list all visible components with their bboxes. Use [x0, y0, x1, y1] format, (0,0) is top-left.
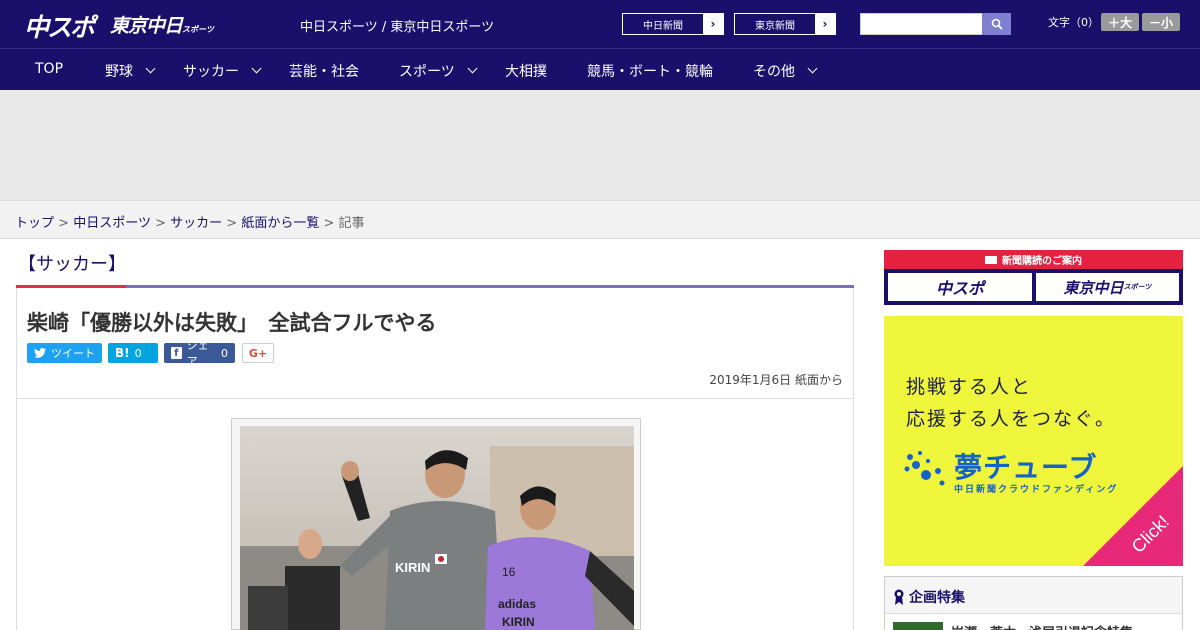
tokyo-shimbun-label: 東京新聞	[755, 20, 795, 32]
breadcrumb: トップ > 中日スポーツ > サッカー > 紙面から一覧 > 記事	[15, 212, 365, 231]
chevron-down-icon	[467, 63, 478, 74]
hatena-icon: B!	[115, 346, 130, 360]
bib-sponsor-text: KIRIN	[502, 615, 535, 629]
breadcrumb-current: 記事	[338, 216, 365, 231]
feature-title: 企画特集	[893, 587, 965, 607]
tweet-label: ツイート	[51, 347, 95, 360]
nav-item-entertainment[interactable]: 芸能・社会	[289, 61, 359, 81]
jersey-sponsor-text: KIRIN	[395, 560, 430, 575]
facebook-share-button[interactable]: f シェア 0	[164, 339, 235, 368]
nav-label: その他	[753, 64, 795, 80]
font-bigger-button[interactable]: ＋大	[1101, 13, 1139, 31]
chevron-down-icon	[145, 63, 156, 74]
article-photo-frame: KIRIN 16 adidas KIRIN	[231, 418, 641, 630]
breadcrumb-chunichi-sports[interactable]: 中日スポーツ	[73, 216, 151, 231]
site-header: 中スポ 東京中日スポーツ 中日スポーツ / 東京中日スポーツ 中日新聞 › 東京…	[0, 0, 1200, 48]
article-card: 柴崎「優勝以外は失敗」 全試合フルでやる ツイート B! 0 f シェア 0 G…	[16, 288, 854, 630]
hatena-count: 0	[134, 346, 142, 360]
font-smaller-button[interactable]: －小	[1142, 13, 1180, 31]
chevron-down-icon	[251, 63, 262, 74]
tokyo-chunichi-logo-small: スポーツ	[182, 25, 214, 34]
breadcrumb-separator: >	[58, 216, 70, 231]
nav-label: 大相撲	[505, 64, 547, 80]
hatena-bookmark-button[interactable]: B! 0	[108, 343, 158, 363]
bib-number-text: 16	[502, 565, 516, 579]
ad-banner-area	[0, 90, 1200, 200]
google-plus-button[interactable]: G+	[242, 343, 274, 363]
nav-label: 競馬・ボート・競輪	[587, 64, 713, 80]
nav-item-baseball[interactable]: 野球	[105, 61, 156, 81]
tokyo-chunichi-logo[interactable]: 東京中日スポーツ	[110, 11, 214, 38]
nav-item-sports[interactable]: スポーツ	[399, 61, 478, 81]
search-button[interactable]	[982, 13, 1011, 35]
breadcrumb-top[interactable]: トップ	[15, 216, 54, 231]
font-size-label: 文字（0）	[1048, 16, 1099, 29]
article-date: 2019年1月6日 紙面から	[709, 373, 843, 387]
nav-item-soccer[interactable]: サッカー	[183, 61, 262, 81]
main-nav: TOP 野球 サッカー 芸能・社会 スポーツ 大相撲 競馬・ボート・競輪 その他	[0, 48, 1200, 90]
site-name: 中日スポーツ / 東京中日スポーツ	[300, 20, 495, 35]
nav-label: サッカー	[183, 64, 239, 80]
subscription-banner[interactable]: 新聞購読のご案内 中スポ 東京中日 スポーツ	[884, 250, 1183, 305]
subscription-header-label: 新聞購読のご案内	[1002, 256, 1082, 267]
bib-brand-text: adidas	[498, 597, 536, 611]
subscribe-chuspo-link[interactable]: 中スポ	[888, 273, 1032, 301]
nav-item-sumo[interactable]: 大相撲	[505, 61, 547, 81]
nav-item-other[interactable]: その他	[753, 61, 818, 81]
nav-label: 野球	[105, 64, 133, 80]
feature-section: 企画特集 岩瀬・荒木・浅尾引退記念特集	[884, 576, 1183, 630]
yume-tube-ad[interactable]: 挑戦する人と 応援する人をつなぐ。 夢チューブ 中日新聞クラウドファンディング …	[884, 316, 1183, 566]
section-title: 【サッカー】	[18, 254, 126, 275]
facebook-icon: f	[171, 347, 182, 359]
chevron-down-icon	[807, 63, 818, 74]
facebook-label: シェア	[186, 339, 209, 368]
nav-label: スポーツ	[399, 64, 455, 80]
ribbon-icon	[894, 589, 904, 605]
breadcrumb-soccer[interactable]: サッカー	[170, 216, 222, 231]
breadcrumb-separator: >	[155, 216, 166, 231]
chevron-right-icon: ›	[703, 14, 723, 34]
newspaper-icon	[985, 255, 997, 264]
chunichi-shimbun-label: 中日新聞	[643, 20, 683, 32]
click-corner: Click!	[1083, 466, 1183, 566]
chuspo-logo[interactable]: 中スポ	[24, 8, 95, 44]
facebook-count: 0	[221, 346, 228, 360]
feature-item-label: 岩瀬・荒木・浅尾引退記念特集	[951, 622, 1133, 630]
nav-label: TOP	[35, 61, 64, 77]
article-divider	[17, 398, 853, 399]
subscribe-tokyo-chunichi-link[interactable]: 東京中日 スポーツ	[1036, 273, 1179, 301]
tokyo-shimbun-link[interactable]: 東京新聞 ›	[734, 13, 836, 35]
subscribe-tokyo-chunichi-text: 東京中日	[1063, 278, 1124, 297]
chunichi-shimbun-link[interactable]: 中日新聞 ›	[622, 13, 724, 35]
breadcrumb-separator: >	[226, 216, 238, 231]
nav-item-keiba[interactable]: 競馬・ボート・競輪	[587, 61, 713, 81]
feature-item[interactable]: 岩瀬・荒木・浅尾引退記念特集	[885, 613, 1182, 630]
nav-item-top[interactable]: TOP	[35, 61, 63, 77]
chevron-right-icon: ›	[815, 14, 835, 34]
tweet-button[interactable]: ツイート	[27, 343, 102, 363]
twitter-icon	[34, 348, 46, 358]
search-icon	[991, 18, 1003, 30]
google-plus-icon: G+	[248, 346, 268, 360]
subscribe-tokyo-chunichi-small: スポーツ	[1123, 283, 1152, 291]
article-headline: 柴崎「優勝以外は失敗」 全試合フルでやる	[27, 311, 437, 335]
tokyo-chunichi-logo-text: 東京中日	[110, 15, 183, 37]
subscription-header: 新聞購読のご案内	[884, 250, 1183, 269]
feature-thumbnail	[893, 622, 943, 630]
feature-title-label: 企画特集	[909, 590, 965, 606]
breadcrumb-paper-list[interactable]: 紙面から一覧	[241, 216, 319, 231]
breadcrumb-separator: >	[323, 216, 335, 231]
soccer-training-photo: KIRIN 16 adidas KIRIN	[240, 426, 634, 630]
article-photo[interactable]: KIRIN 16 adidas KIRIN	[240, 426, 634, 630]
nav-label: 芸能・社会	[289, 64, 359, 80]
breadcrumb-bar: トップ > 中日スポーツ > サッカー > 紙面から一覧 > 記事	[0, 200, 1200, 239]
